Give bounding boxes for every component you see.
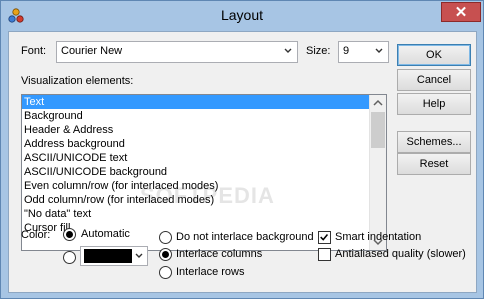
chevron-down-icon — [135, 253, 143, 258]
list-item[interactable]: ASCII/UNICODE background — [22, 165, 386, 179]
chevron-down-icon — [375, 48, 383, 53]
watermark-logo: SOFTPEDIA — [140, 183, 275, 208]
size-select-value: 9 — [343, 45, 350, 57]
cancel-button[interactable]: Cancel — [397, 69, 471, 91]
color-picker[interactable] — [80, 246, 148, 266]
font-select[interactable]: Courier New — [56, 41, 298, 63]
close-button[interactable]: ✕ — [441, 2, 481, 22]
interlace-columns-radio[interactable] — [159, 248, 172, 261]
list-item[interactable]: Background — [22, 109, 386, 123]
dialog-body: Font: Courier New Size: 9 OK Cancel Help… — [8, 31, 477, 293]
ok-button[interactable]: OK — [397, 44, 471, 66]
scroll-up-icon[interactable] — [370, 95, 386, 111]
smart-indentation-label[interactable]: Smart indentation — [335, 231, 421, 243]
title-bar[interactable]: Layout ✕ — [1, 1, 483, 31]
interlace-columns-label[interactable]: Interlace columns — [176, 248, 262, 260]
interlace-rows-radio[interactable] — [159, 266, 172, 279]
list-item[interactable]: ASCII/UNICODE text — [22, 151, 386, 165]
interlace-rows-label[interactable]: Interlace rows — [176, 266, 244, 278]
font-label: Font: — [21, 45, 47, 57]
layout-dialog: Layout ✕ Font: Courier New Size: 9 OK Ca… — [0, 0, 484, 299]
color-label: Color: — [21, 229, 51, 241]
custom-color-radio[interactable] — [63, 251, 76, 264]
list-item[interactable]: Header & Address — [22, 123, 386, 137]
no-interlace-radio[interactable] — [159, 231, 172, 244]
no-interlace-label[interactable]: Do not interlace background — [176, 231, 314, 243]
close-icon: ✕ — [454, 4, 468, 21]
antialiased-label[interactable]: Antialiased quality (slower) — [335, 248, 466, 260]
size-select[interactable]: 9 — [338, 41, 389, 63]
scrollbar-thumb[interactable] — [371, 112, 385, 148]
schemes-button[interactable]: Schemes... — [397, 131, 471, 153]
help-button[interactable]: Help — [397, 93, 471, 115]
chevron-down-icon — [284, 48, 292, 53]
size-label: Size: — [306, 45, 331, 57]
window-title: Layout — [220, 7, 264, 23]
antialiased-checkbox[interactable] — [318, 248, 331, 261]
list-item[interactable]: "No data" text — [22, 207, 386, 221]
visualization-elements-list[interactable]: Text Background Header & Address Address… — [21, 94, 387, 251]
list-item[interactable]: Text — [22, 95, 386, 109]
checkmark-icon — [320, 234, 329, 241]
smart-indentation-checkbox[interactable] — [318, 231, 331, 244]
automatic-color-radio[interactable] — [63, 228, 76, 241]
list-scrollbar[interactable] — [369, 95, 386, 250]
color-swatch-fill — [84, 249, 132, 263]
reset-button[interactable]: Reset — [397, 153, 471, 175]
automatic-color-label[interactable]: Automatic — [81, 228, 130, 240]
font-select-value: Courier New — [61, 45, 123, 57]
list-item[interactable]: Address background — [22, 137, 386, 151]
visualization-elements-label: Visualization elements: — [21, 75, 134, 87]
